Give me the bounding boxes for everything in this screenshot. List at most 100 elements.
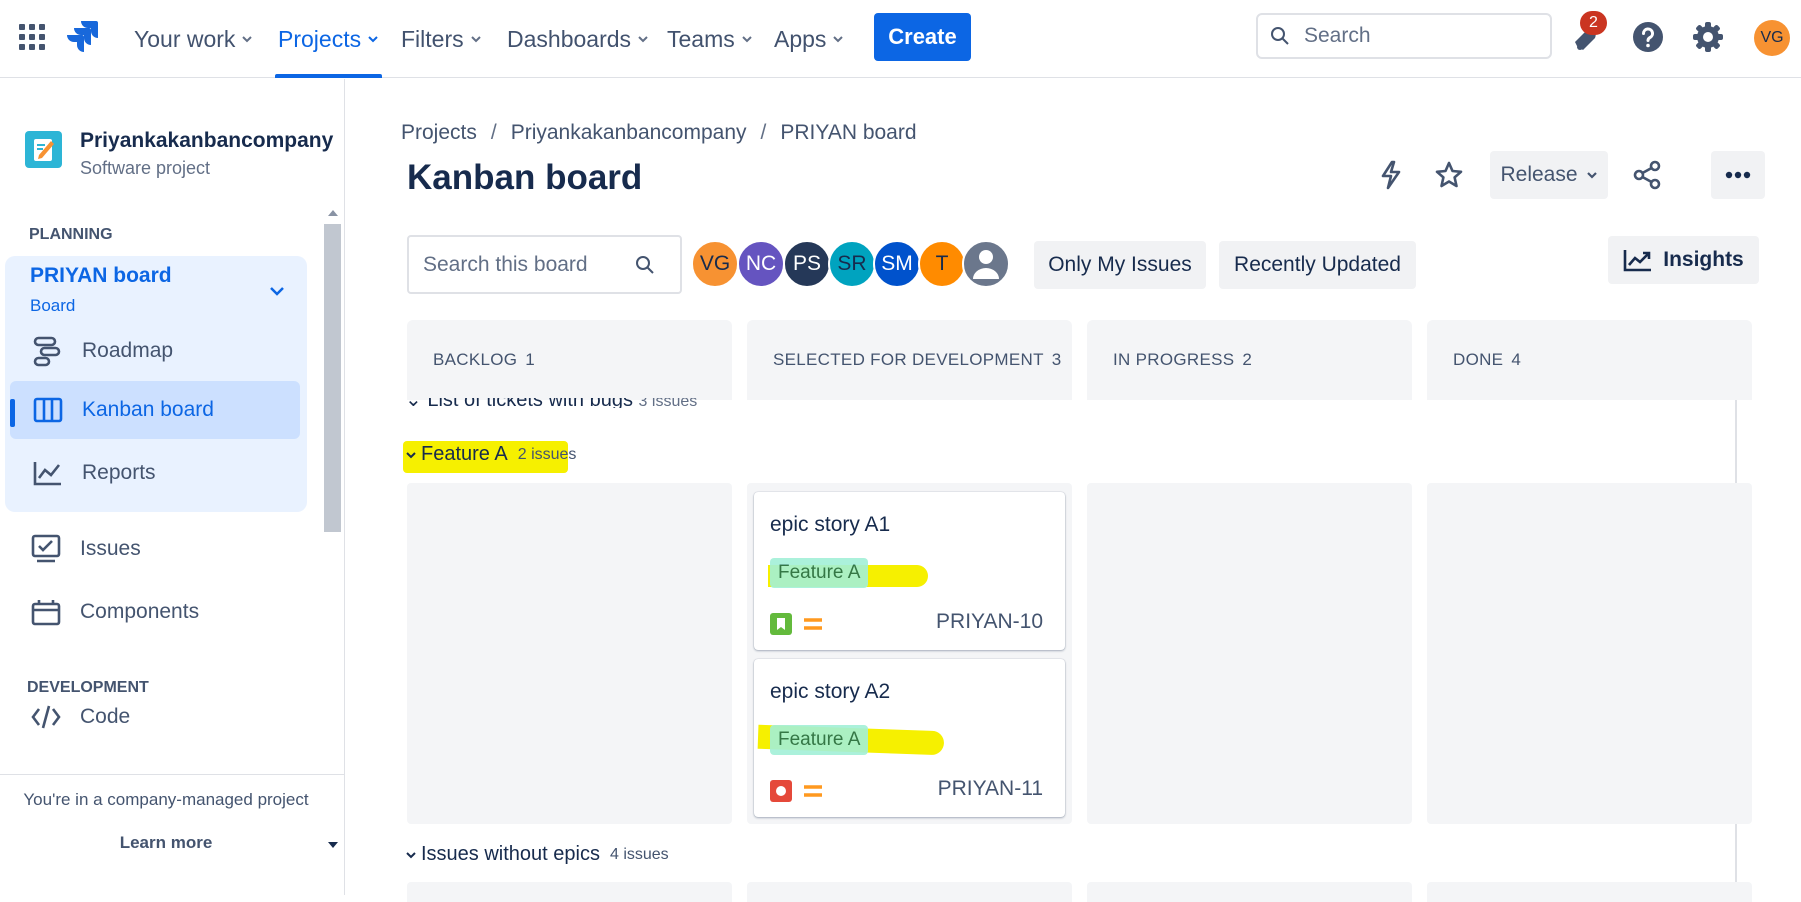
avatar[interactable]: VG — [691, 240, 739, 288]
page-title: Kanban board — [407, 158, 643, 197]
share-icon[interactable] — [1630, 158, 1664, 192]
sidebar-item-reports[interactable]: Reports — [10, 444, 300, 502]
swimlane-label: Feature A — [421, 443, 508, 465]
sidebar-item-roadmap[interactable]: Roadmap — [10, 322, 300, 380]
board-name[interactable]: PRIYAN board — [30, 264, 172, 288]
avatar[interactable]: PS — [783, 240, 831, 288]
breadcrumb-projects[interactable]: Projects — [401, 121, 477, 145]
issue-card[interactable]: epic story A2 Feature A PRIYAN-11 — [754, 659, 1065, 817]
bug-icon — [770, 780, 792, 802]
sidebar-item-components[interactable]: Components — [8, 583, 298, 641]
column-name: BACKLOG — [433, 350, 518, 369]
release-label: Release — [1500, 163, 1578, 186]
avatar[interactable]: SM — [873, 240, 921, 288]
column-name: DONE — [1453, 350, 1504, 369]
sidebar-scrollbar[interactable] — [322, 202, 343, 848]
settings-gear-icon[interactable] — [1692, 21, 1724, 53]
issue-card[interactable]: epic story A1 Feature A PRIYAN-10 — [754, 492, 1065, 650]
global-search[interactable] — [1256, 13, 1552, 59]
lane-cell-backlog — [407, 483, 732, 824]
learn-more-link[interactable]: Learn more — [0, 833, 332, 853]
unassigned-avatar-icon[interactable] — [962, 240, 1010, 288]
chevron-down-icon — [241, 33, 253, 45]
sidebar-item-label: Reports — [82, 461, 156, 484]
recently-updated-filter[interactable]: Recently Updated — [1219, 241, 1416, 289]
chevron-down-icon — [405, 849, 417, 861]
global-search-input[interactable] — [1302, 23, 1526, 49]
nav-apps-label: Apps — [774, 25, 827, 52]
swimlane-feature-a-header[interactable]: Feature A 2 issues — [405, 443, 576, 466]
jira-logo-icon[interactable] — [66, 19, 98, 55]
epic-label[interactable]: Feature A — [770, 558, 869, 588]
code-icon — [28, 699, 64, 735]
avatar[interactable]: T — [918, 240, 966, 288]
swimlane-no-epic-header[interactable]: Issues without epics 4 issues — [405, 843, 669, 866]
search-icon — [1270, 26, 1290, 46]
column-header-backlog: BACKLOG 1 — [407, 320, 732, 400]
nav-projects-label: Projects — [278, 25, 362, 52]
story-icon — [770, 613, 792, 635]
nav-your-work[interactable]: Your work — [134, 0, 253, 78]
breadcrumb-project[interactable]: Priyankakanbancompany — [511, 121, 747, 145]
components-icon — [28, 594, 64, 630]
swimlane-count: 3 issues — [638, 398, 698, 408]
sidebar-item-kanban-board[interactable]: Kanban board — [10, 381, 300, 439]
swimlane-bugs-header[interactable]: ⌄ List of tickets with bugs 3 issues — [405, 398, 697, 408]
help-icon[interactable] — [1632, 21, 1664, 53]
sidebar-item-label: Kanban board — [82, 398, 214, 421]
roadmap-icon — [30, 333, 66, 369]
project-name[interactable]: Priyankakanbancompany — [80, 129, 333, 153]
lane-cell-in-progress — [1087, 483, 1412, 824]
avatar[interactable]: NC — [737, 240, 785, 288]
sidebar-item-label: Roadmap — [82, 339, 174, 362]
sidebar-item-label: Code — [80, 705, 131, 728]
nav-dashboards[interactable]: Dashboards — [507, 0, 649, 78]
chevron-down-icon — [832, 33, 844, 45]
nav-projects[interactable]: Projects — [274, 0, 383, 78]
breadcrumb-separator: / — [760, 121, 767, 144]
avatar[interactable]: SR — [828, 240, 876, 288]
notification-count-badge: 2 — [1580, 11, 1607, 35]
chevron-down-icon — [405, 449, 417, 461]
only-my-issues-filter[interactable]: Only My Issues — [1034, 241, 1206, 289]
column-count: 2 — [1242, 350, 1253, 369]
breadcrumb: Projects / Priyankakanbancompany / PRIYA… — [401, 121, 917, 145]
nav-filters-label: Filters — [401, 25, 464, 52]
scrollbar-thumb[interactable] — [324, 224, 341, 532]
chevron-down-icon: ⌄ — [405, 398, 422, 408]
sidebar-item-label: Components — [80, 600, 200, 623]
insights-button[interactable]: Insights — [1608, 236, 1759, 284]
nav-filters[interactable]: Filters — [401, 0, 482, 78]
app-switcher-icon[interactable] — [18, 23, 46, 51]
board-search[interactable] — [407, 235, 682, 294]
priority-medium-icon — [802, 781, 824, 801]
board-search-input[interactable] — [421, 251, 635, 278]
user-avatar[interactable]: VG — [1754, 20, 1790, 56]
issue-key[interactable]: PRIYAN-11 — [938, 777, 1043, 801]
create-button[interactable]: Create — [874, 13, 971, 61]
sidebar-item-code[interactable]: Code — [8, 688, 298, 746]
automation-lightning-icon[interactable] — [1374, 158, 1408, 192]
top-navigation: Your work Projects Filters Dashboards Te… — [0, 0, 1801, 78]
release-dropdown[interactable]: Release — [1490, 151, 1608, 199]
lane-cell-done — [1427, 483, 1752, 824]
nav-teams[interactable]: Teams — [667, 0, 753, 78]
chevron-down-icon — [1586, 169, 1598, 181]
issue-key[interactable]: PRIYAN-10 — [936, 610, 1043, 634]
company-managed-note: You're in a company-managed project — [23, 790, 309, 809]
more-actions-button[interactable] — [1711, 151, 1765, 199]
chevron-down-icon — [470, 33, 482, 45]
card-title: epic story A2 — [770, 680, 891, 703]
nav-apps[interactable]: Apps — [774, 0, 844, 78]
swimlane-count: 2 issues — [517, 445, 577, 463]
lane-cell-in-progress — [1087, 882, 1412, 902]
breadcrumb-board[interactable]: PRIYAN board — [780, 121, 916, 145]
search-icon — [635, 255, 655, 275]
epic-label[interactable]: Feature A — [770, 725, 869, 755]
board-icon — [30, 392, 66, 428]
star-icon[interactable] — [1432, 158, 1466, 192]
sidebar-item-issues[interactable]: Issues — [8, 520, 298, 578]
chevron-down-icon[interactable] — [268, 282, 286, 300]
lane-cell-done — [1427, 882, 1752, 902]
column-header-done: DONE 4 — [1427, 320, 1752, 400]
